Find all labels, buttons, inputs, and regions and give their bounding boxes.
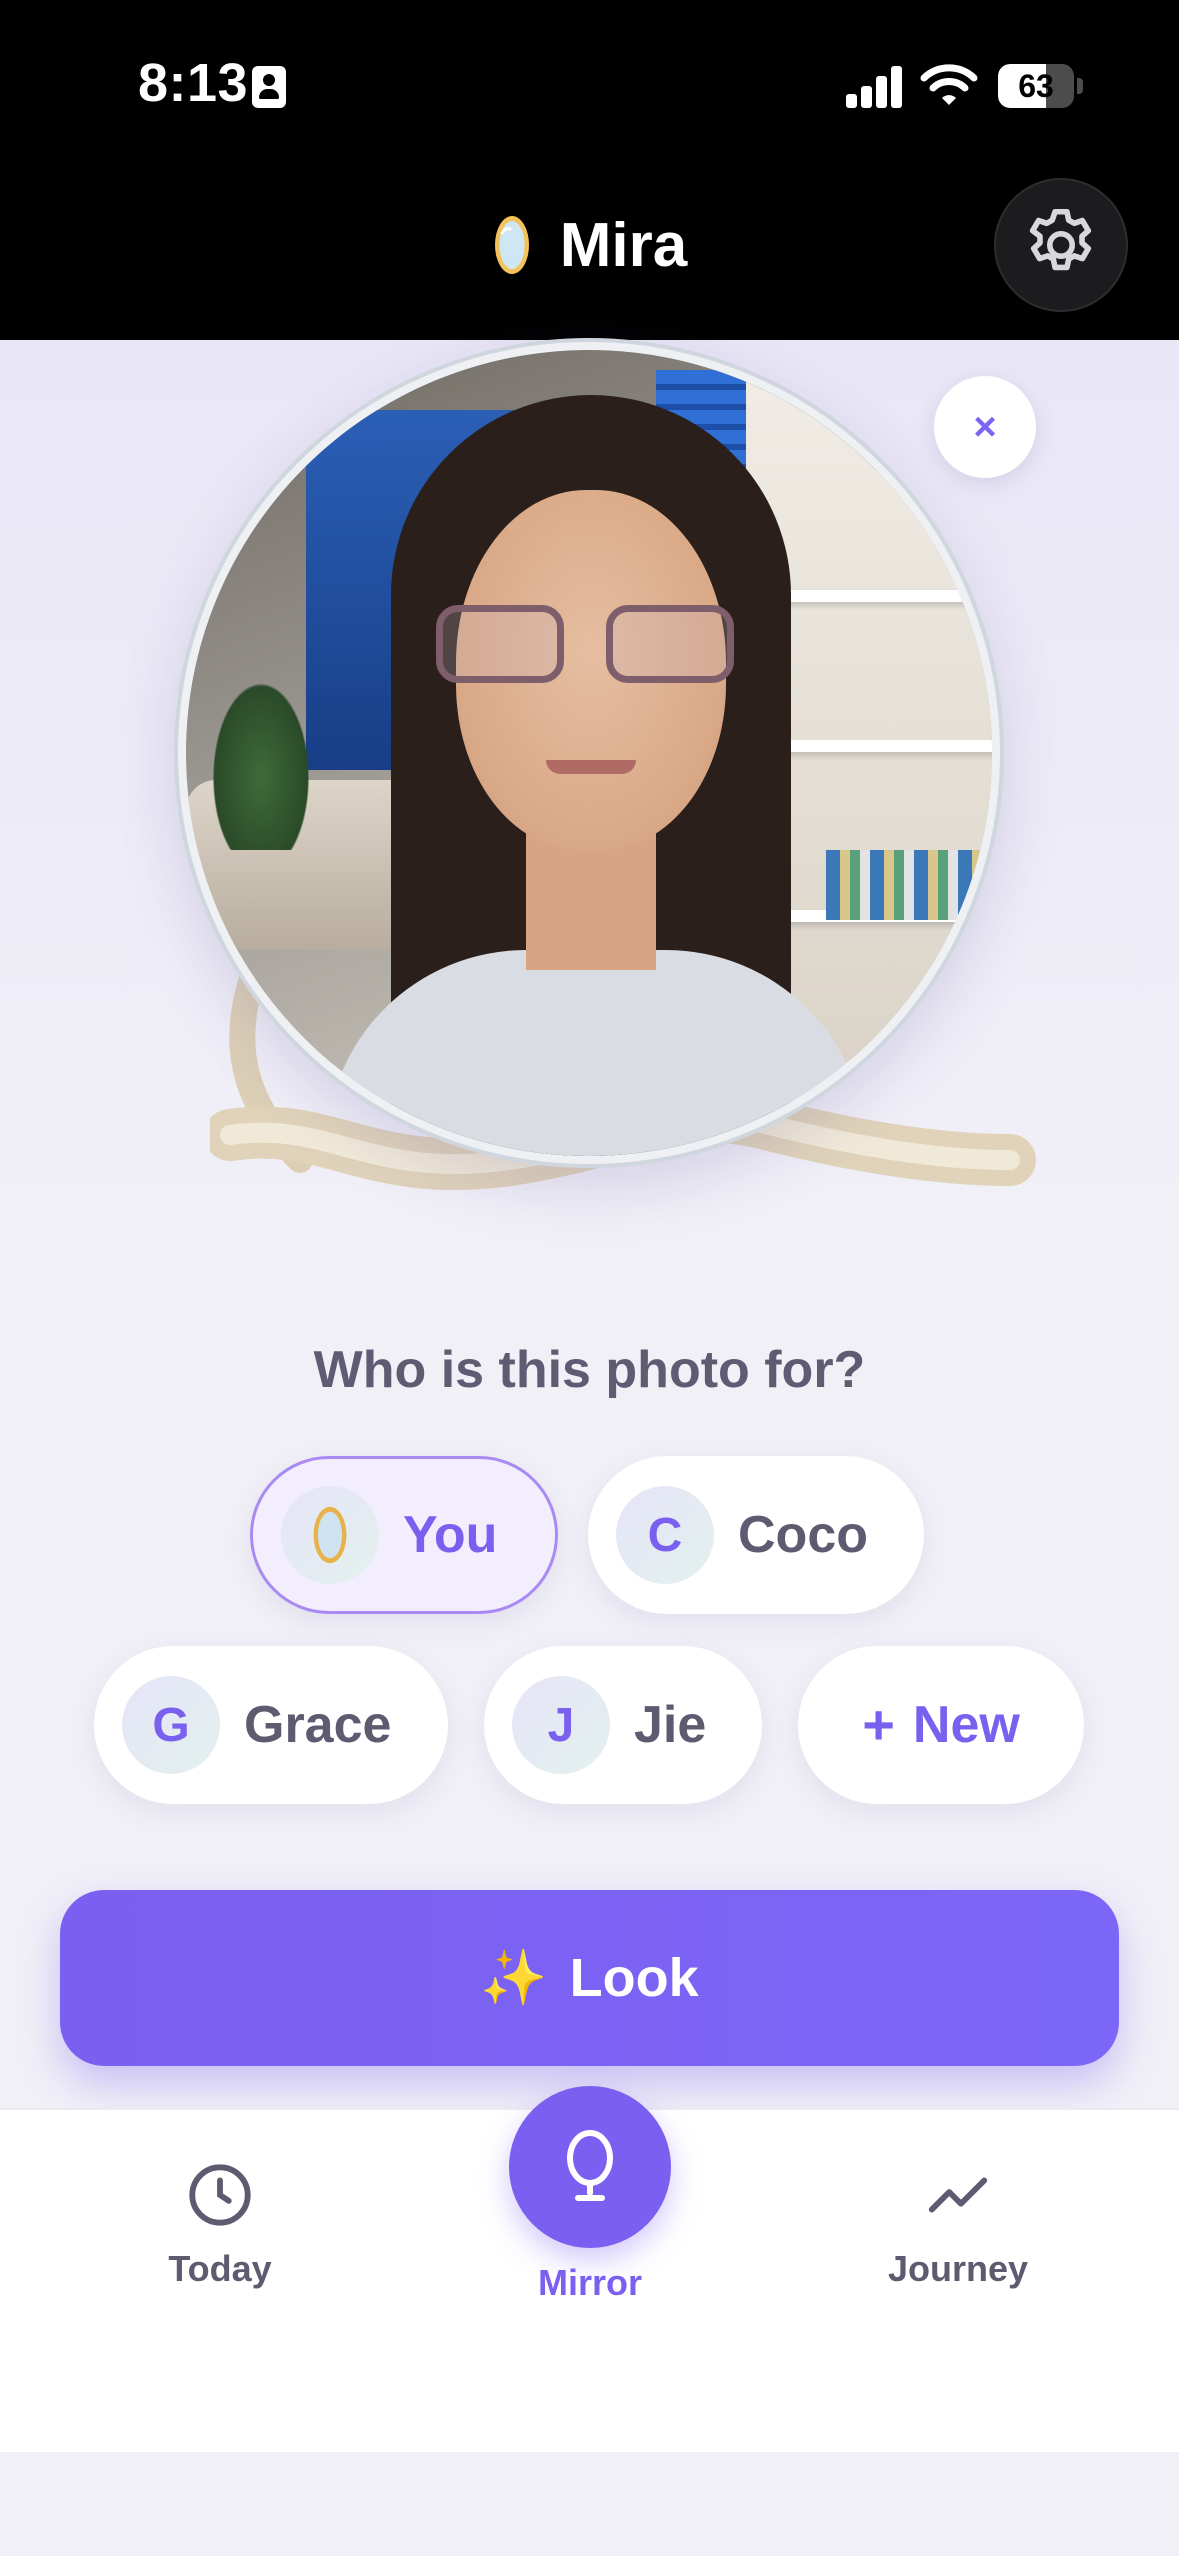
person-chip-you[interactable]: You [250,1456,558,1614]
tab-today[interactable]: Today [90,2160,350,2310]
close-icon: × [973,404,997,449]
wifi-icon [920,64,978,105]
battery-nub [1077,78,1083,94]
mirror-frame [174,338,1004,1168]
person-label: Grace [244,1696,392,1754]
person-avatar: C [616,1486,714,1584]
person-chip-grace[interactable]: G Grace [94,1646,448,1804]
tab-journey[interactable]: Journey [828,2160,1088,2310]
home-indicator-area [0,2452,1179,2556]
person-avatar: J [512,1676,610,1774]
look-button-label: Look [569,1948,699,2008]
tab-label-mirror[interactable]: Mirror [490,2262,690,2304]
look-button[interactable]: ✨ Look [60,1890,1119,2066]
close-photo-button[interactable]: × [934,376,1036,478]
mirror-icon [567,2130,613,2201]
person-avatar: G [122,1676,220,1774]
photo-owner-question: Who is this photo for? [313,1341,866,1399]
person-chip-coco[interactable]: C Coco [588,1456,924,1614]
status-time: 8:13 [138,53,249,113]
person-avatar-you [281,1486,379,1584]
battery-percent: 63 [1018,67,1054,104]
mirror-icon [494,216,529,274]
tab-mirror[interactable] [509,2086,671,2248]
person-chip-jie[interactable]: J Jie [484,1646,762,1804]
tab-label: Today [168,2248,272,2289]
tab-label: Journey [887,2248,1029,2289]
person-label: You [403,1506,498,1564]
settings-button[interactable] [994,178,1128,312]
person-label: Jie [634,1696,707,1754]
signal-icon [846,66,904,108]
sparkles-icon: ✨ [480,1947,548,2008]
bottom-tab-bar: Today Mirror Journey [0,2086,1179,2452]
person-label: Coco [738,1506,868,1564]
contact-card-icon [252,66,286,108]
mirror-icon [313,1506,347,1564]
clock-icon [189,2164,251,2226]
uploaded-photo[interactable] [186,350,992,1156]
add-person-label: New [912,1696,1020,1754]
trend-icon [928,2177,988,2213]
plus-icon: + [862,1693,895,1756]
battery-icon: 63 [998,64,1074,108]
add-person-button[interactable]: + New [798,1646,1084,1804]
top-bar: 8:13 63 Mira [0,0,1179,340]
gear-icon [1029,208,1092,271]
app-title: Mira [559,210,688,280]
